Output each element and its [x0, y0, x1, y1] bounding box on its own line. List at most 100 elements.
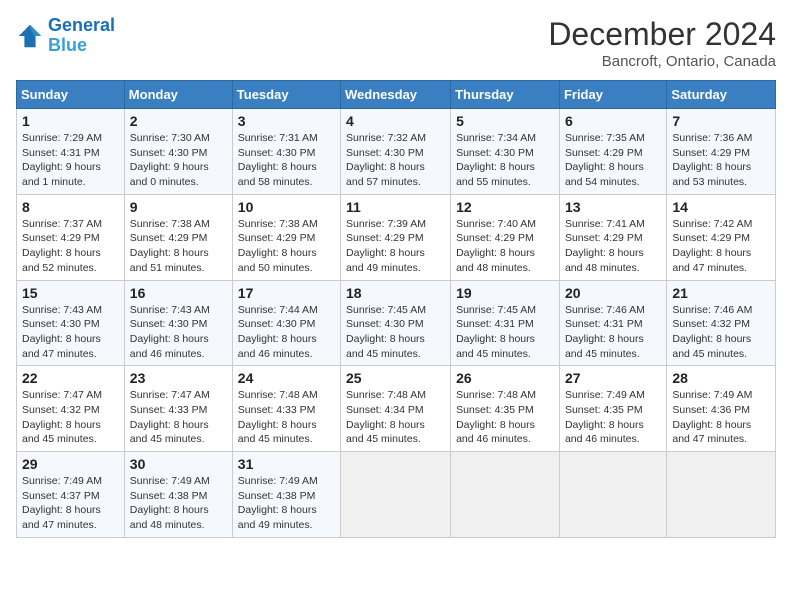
day-number: 5 — [456, 113, 554, 129]
day-info: Sunrise: 7:47 AM Sunset: 4:32 PM Dayligh… — [22, 388, 119, 447]
calendar-cell: 7Sunrise: 7:36 AM Sunset: 4:29 PM Daylig… — [667, 109, 776, 195]
calendar-cell: 17 Sunrise: 7:44 AM Sunset: 4:30 PM Dayli… — [232, 280, 340, 366]
calendar-week-row: 29 Sunrise: 7:49 AM Sunset: 4:37 PM Dayli… — [17, 452, 776, 538]
weekday-header-cell: Saturday — [667, 81, 776, 109]
calendar-week-row: 1 Sunrise: 7:29 AM Sunset: 4:31 PM Daylig… — [17, 109, 776, 195]
day-info: Sunrise: 7:45 AM Sunset: 4:30 PM Dayligh… — [346, 303, 445, 362]
day-info: Sunrise: 7:49 AM Sunset: 4:37 PM Dayligh… — [22, 474, 119, 533]
day-number: 2 — [130, 113, 227, 129]
day-info: Sunrise: 7:49 AM Sunset: 4:35 PM Dayligh… — [565, 388, 661, 447]
day-number: 22 — [22, 370, 119, 386]
day-number: 13 — [565, 199, 661, 215]
day-number: 3 — [238, 113, 335, 129]
calendar-title: December 2024 — [548, 16, 776, 53]
calendar-cell: 31 Sunrise: 7:49 AM Sunset: 4:38 PM Dayli… — [232, 452, 340, 538]
day-info: Sunrise: 7:32 AM Sunset: 4:30 PM Dayligh… — [346, 131, 445, 190]
calendar-cell: 12 Sunrise: 7:40 AM Sunset: 4:29 PM Dayli… — [451, 194, 560, 280]
day-number: 24 — [238, 370, 335, 386]
calendar-cell: 26 Sunrise: 7:48 AM Sunset: 4:35 PM Dayli… — [451, 366, 560, 452]
calendar-cell: 28 Sunrise: 7:49 AM Sunset: 4:36 PM Dayli… — [667, 366, 776, 452]
calendar-cell: 5 Sunrise: 7:34 AM Sunset: 4:30 PM Daylig… — [451, 109, 560, 195]
day-info: Sunrise: 7:48 AM Sunset: 4:34 PM Dayligh… — [346, 388, 445, 447]
calendar-cell: 29 Sunrise: 7:49 AM Sunset: 4:37 PM Dayli… — [17, 452, 125, 538]
calendar-cell: 15Sunrise: 7:43 AM Sunset: 4:30 PM Dayli… — [17, 280, 125, 366]
day-number: 6 — [565, 113, 661, 129]
day-number: 9 — [130, 199, 227, 215]
day-info: Sunrise: 7:38 AM Sunset: 4:29 PM Dayligh… — [130, 217, 227, 276]
calendar-cell — [341, 452, 451, 538]
day-info: Sunrise: 7:39 AM Sunset: 4:29 PM Dayligh… — [346, 217, 445, 276]
weekday-header-cell: Tuesday — [232, 81, 340, 109]
day-info: Sunrise: 7:37 AM Sunset: 4:29 PM Dayligh… — [22, 217, 119, 276]
day-number: 14 — [672, 199, 770, 215]
day-info: Sunrise: 7:49 AM Sunset: 4:36 PM Dayligh… — [672, 388, 770, 447]
day-number: 19 — [456, 285, 554, 301]
calendar-cell: 9 Sunrise: 7:38 AM Sunset: 4:29 PM Daylig… — [124, 194, 232, 280]
day-info: Sunrise: 7:49 AM Sunset: 4:38 PM Dayligh… — [130, 474, 227, 533]
day-info: Sunrise: 7:30 AM Sunset: 4:30 PM Dayligh… — [130, 131, 227, 190]
day-info: Sunrise: 7:44 AM Sunset: 4:30 PM Dayligh… — [238, 303, 335, 362]
day-number: 20 — [565, 285, 661, 301]
calendar-cell: 6Sunrise: 7:35 AM Sunset: 4:29 PM Daylig… — [559, 109, 666, 195]
calendar-cell: 21 Sunrise: 7:46 AM Sunset: 4:32 PM Dayli… — [667, 280, 776, 366]
day-info: Sunrise: 7:34 AM Sunset: 4:30 PM Dayligh… — [456, 131, 554, 190]
weekday-header-cell: Friday — [559, 81, 666, 109]
day-number: 27 — [565, 370, 661, 386]
day-info: Sunrise: 7:47 AM Sunset: 4:33 PM Dayligh… — [130, 388, 227, 447]
calendar-cell: 1 Sunrise: 7:29 AM Sunset: 4:31 PM Daylig… — [17, 109, 125, 195]
day-number: 1 — [22, 113, 119, 129]
calendar-cell: 4Sunrise: 7:32 AM Sunset: 4:30 PM Daylig… — [341, 109, 451, 195]
day-info: Sunrise: 7:41 AM Sunset: 4:29 PM Dayligh… — [565, 217, 661, 276]
day-number: 10 — [238, 199, 335, 215]
calendar-cell: 20 Sunrise: 7:46 AM Sunset: 4:31 PM Dayli… — [559, 280, 666, 366]
calendar-cell: 25 Sunrise: 7:48 AM Sunset: 4:34 PM Dayli… — [341, 366, 451, 452]
calendar-subtitle: Bancroft, Ontario, Canada — [548, 53, 776, 70]
day-number: 25 — [346, 370, 445, 386]
calendar-cell: 27 Sunrise: 7:49 AM Sunset: 4:35 PM Dayli… — [559, 366, 666, 452]
day-info: Sunrise: 7:43 AM Sunset: 4:30 PM Dayligh… — [22, 303, 119, 362]
weekday-header-cell: Thursday — [451, 81, 560, 109]
calendar-cell — [667, 452, 776, 538]
calendar-cell: 24Sunrise: 7:48 AM Sunset: 4:33 PM Dayli… — [232, 366, 340, 452]
day-number: 29 — [22, 456, 119, 472]
day-number: 23 — [130, 370, 227, 386]
calendar-cell — [451, 452, 560, 538]
title-block: December 2024 Bancroft, Ontario, Canada — [548, 16, 776, 70]
calendar-cell: 18Sunrise: 7:45 AM Sunset: 4:30 PM Dayli… — [341, 280, 451, 366]
calendar-week-row: 22 Sunrise: 7:47 AM Sunset: 4:32 PM Dayli… — [17, 366, 776, 452]
day-number: 26 — [456, 370, 554, 386]
day-number: 8 — [22, 199, 119, 215]
day-info: Sunrise: 7:38 AM Sunset: 4:29 PM Dayligh… — [238, 217, 335, 276]
page-header: General Blue December 2024 Bancroft, Ont… — [16, 16, 776, 70]
calendar-cell: 8 Sunrise: 7:37 AM Sunset: 4:29 PM Daylig… — [17, 194, 125, 280]
calendar-cell: 14 Sunrise: 7:42 AM Sunset: 4:29 PM Dayli… — [667, 194, 776, 280]
calendar-table: SundayMondayTuesdayWednesdayThursdayFrid… — [16, 80, 776, 538]
calendar-cell: 22 Sunrise: 7:47 AM Sunset: 4:32 PM Dayli… — [17, 366, 125, 452]
day-number: 17 — [238, 285, 335, 301]
weekday-header-cell: Sunday — [17, 81, 125, 109]
calendar-body: 1 Sunrise: 7:29 AM Sunset: 4:31 PM Daylig… — [17, 109, 776, 538]
day-number: 31 — [238, 456, 335, 472]
calendar-cell: 13 Sunrise: 7:41 AM Sunset: 4:29 PM Dayli… — [559, 194, 666, 280]
day-number: 11 — [346, 199, 445, 215]
calendar-cell: 19Sunrise: 7:45 AM Sunset: 4:31 PM Dayli… — [451, 280, 560, 366]
day-info: Sunrise: 7:29 AM Sunset: 4:31 PM Dayligh… — [22, 131, 119, 190]
day-number: 28 — [672, 370, 770, 386]
day-number: 21 — [672, 285, 770, 301]
day-info: Sunrise: 7:49 AM Sunset: 4:38 PM Dayligh… — [238, 474, 335, 533]
day-number: 12 — [456, 199, 554, 215]
day-number: 7 — [672, 113, 770, 129]
calendar-cell: 3Sunrise: 7:31 AM Sunset: 4:30 PM Daylig… — [232, 109, 340, 195]
day-info: Sunrise: 7:46 AM Sunset: 4:32 PM Dayligh… — [672, 303, 770, 362]
weekday-header-cell: Wednesday — [341, 81, 451, 109]
day-info: Sunrise: 7:40 AM Sunset: 4:29 PM Dayligh… — [456, 217, 554, 276]
day-info: Sunrise: 7:48 AM Sunset: 4:35 PM Dayligh… — [456, 388, 554, 447]
day-info: Sunrise: 7:46 AM Sunset: 4:31 PM Dayligh… — [565, 303, 661, 362]
logo-text: General Blue — [48, 16, 115, 56]
logo-icon — [16, 22, 44, 50]
calendar-cell: 2 Sunrise: 7:30 AM Sunset: 4:30 PM Daylig… — [124, 109, 232, 195]
weekday-header-row: SundayMondayTuesdayWednesdayThursdayFrid… — [17, 81, 776, 109]
logo: General Blue — [16, 16, 115, 56]
day-info: Sunrise: 7:42 AM Sunset: 4:29 PM Dayligh… — [672, 217, 770, 276]
calendar-cell: 16Sunrise: 7:43 AM Sunset: 4:30 PM Dayli… — [124, 280, 232, 366]
